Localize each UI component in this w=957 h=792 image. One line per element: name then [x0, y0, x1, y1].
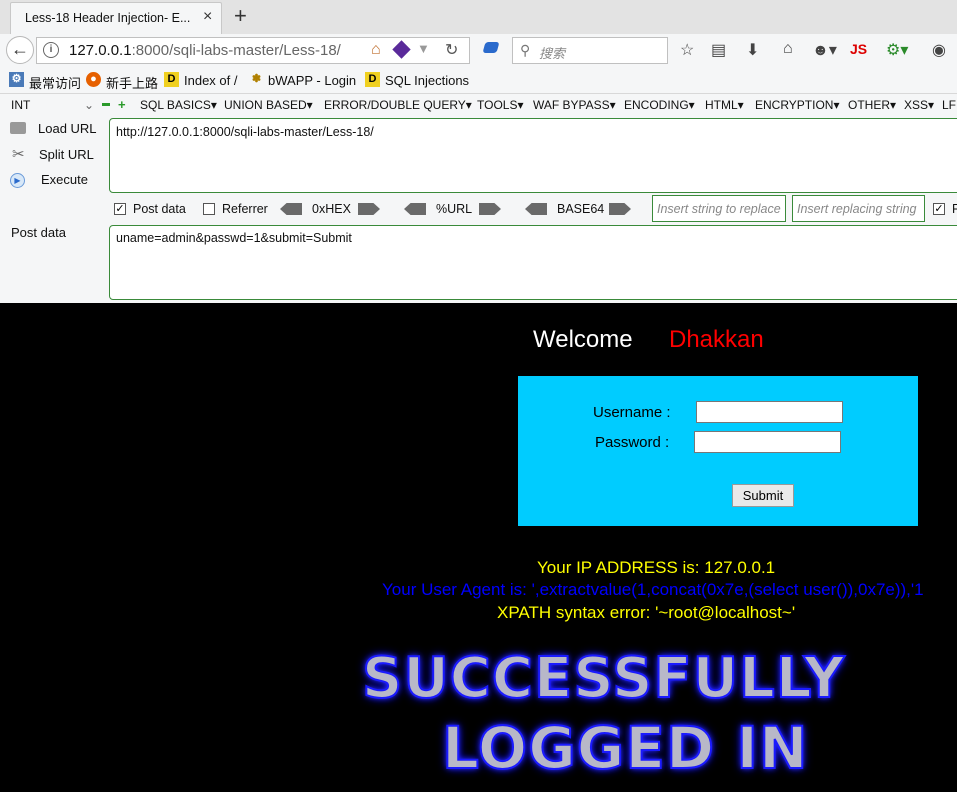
- hex-encode-arrow-icon[interactable]: [358, 203, 380, 215]
- minus-icon[interactable]: [102, 103, 110, 106]
- menu-encryption[interactable]: ENCRYPTION▾: [755, 98, 839, 112]
- menu-waf-bypass[interactable]: WAF BYPASS▾: [533, 98, 616, 112]
- info-icon[interactable]: i: [43, 42, 59, 58]
- home-page-icon[interactable]: ⌂: [371, 41, 381, 59]
- bookmark-getting-started[interactable]: 新手上路: [106, 73, 158, 92]
- url-text[interactable]: 127.0.0.1:8000/sqli-labs-master/Less-18/: [69, 42, 341, 59]
- post-data-checkbox[interactable]: ✓: [114, 203, 126, 215]
- home-icon[interactable]: ⌂: [783, 40, 793, 58]
- bookmark-index[interactable]: Index of /: [184, 73, 237, 88]
- login-form: Username : Password : Submit: [518, 376, 918, 526]
- password-field[interactable]: [694, 431, 841, 453]
- search-bar[interactable]: ⚲ 搜索: [512, 37, 668, 64]
- split-url-button[interactable]: Split URL: [39, 147, 94, 162]
- base64-encode-arrow-icon[interactable]: [609, 203, 631, 215]
- bee-icon: ✽: [251, 73, 262, 85]
- cloud-addon-icon[interactable]: [482, 42, 500, 53]
- palette-icon[interactable]: ◉: [932, 40, 946, 60]
- type-select[interactable]: INT: [11, 98, 30, 112]
- url-decode-arrow-icon[interactable]: [404, 203, 426, 215]
- hex-label: 0xHEX: [312, 202, 351, 216]
- download-icon[interactable]: ⬇: [746, 40, 759, 60]
- hackbar-panel: Load URL ✂ Split URL ▶ Execute http://12…: [0, 115, 957, 303]
- plus-icon[interactable]: +: [118, 97, 126, 112]
- menu-xss[interactable]: XSS▾: [904, 98, 934, 112]
- menu-union-based[interactable]: UNION BASED▾: [224, 98, 313, 112]
- menu-error-double-query[interactable]: ERROR/DOUBLE QUERY▾: [324, 98, 472, 112]
- avatar-menu-icon[interactable]: ☻▾: [812, 40, 837, 60]
- hex-decode-arrow-icon[interactable]: [280, 203, 302, 215]
- submit-button[interactable]: Submit: [732, 484, 794, 507]
- menu-html[interactable]: HTML▾: [705, 98, 744, 112]
- reload-icon[interactable]: ↻: [445, 40, 458, 60]
- ip-address-line: Your IP ADDRESS is: 127.0.0.1: [537, 558, 776, 577]
- execute-button[interactable]: Execute: [41, 172, 88, 187]
- d-icon: D: [164, 72, 179, 87]
- user-agent-line: Your User Agent is: ',extractvalue(1,con…: [382, 580, 924, 599]
- password-label: Password :: [595, 434, 670, 451]
- insert-string-input[interactable]: Insert string to replace: [652, 195, 786, 222]
- post-data-value: uname=admin&passwd=1&submit=Submit: [116, 231, 352, 245]
- chevron-down-icon[interactable]: ▼: [417, 41, 430, 56]
- base64-label: BASE64: [557, 202, 605, 216]
- bookmarks-bar: ⚙ 最常访问 ● 新手上路 D Index of / ✽ bWAPP - Log…: [0, 67, 957, 93]
- close-tab-icon[interactable]: ×: [203, 8, 212, 26]
- username-field[interactable]: [696, 401, 843, 423]
- base64-decode-arrow-icon[interactable]: [525, 203, 547, 215]
- bookmark-most-visited[interactable]: 最常访问: [29, 73, 81, 92]
- bookmark-sql-injections[interactable]: SQL Injections: [385, 73, 469, 88]
- execute-icon[interactable]: ▶: [10, 173, 25, 188]
- replace-all-checkbox[interactable]: ✓: [933, 203, 945, 215]
- hackbar-menu: INT ⌄ + SQL BASICS▾ UNION BASED▾ ERROR/D…: [0, 93, 957, 116]
- referrer-checkbox-label: Referrer: [222, 202, 268, 216]
- js-toggle-icon[interactable]: JS: [850, 41, 867, 57]
- load-url-icon[interactable]: [10, 122, 26, 134]
- post-data-textarea[interactable]: uname=admin&passwd=1&submit=Submit: [109, 225, 957, 300]
- username-label: Username :: [593, 404, 671, 421]
- tab-title: Less-18 Header Injection- E...: [25, 11, 191, 25]
- menu-other[interactable]: OTHER▾: [848, 98, 896, 112]
- gear-page-icon: ⚙: [9, 72, 24, 87]
- browser-tab[interactable]: Less-18 Header Injection- E... ×: [10, 2, 222, 34]
- welcome-name: Dhakkan: [669, 326, 764, 353]
- load-url-button[interactable]: Load URL: [38, 121, 97, 136]
- menu-encoding[interactable]: ENCODING▾: [624, 98, 695, 112]
- post-data-checkbox-label: Post data: [133, 202, 186, 216]
- language-addon-icon[interactable]: ⚙▾: [886, 40, 908, 60]
- url-encode-label: %URL: [436, 202, 473, 216]
- search-placeholder: 搜索: [539, 46, 566, 61]
- tab-bar: Less-18 Header Injection- E... × +: [0, 0, 957, 34]
- menu-lfi[interactable]: LFI: [942, 98, 957, 112]
- new-tab-icon[interactable]: +: [234, 3, 247, 29]
- post-data-label: Post data: [11, 225, 66, 240]
- url-textarea[interactable]: http://127.0.0.1:8000/sqli-labs-master/L…: [109, 118, 957, 193]
- scissors-icon[interactable]: ✂: [12, 145, 25, 163]
- search-icon: ⚲: [520, 42, 531, 58]
- reading-list-icon[interactable]: ▤: [711, 40, 726, 60]
- url-textarea-value: http://127.0.0.1:8000/sqli-labs-master/L…: [116, 125, 374, 139]
- chevron-down-icon[interactable]: ⌄: [84, 98, 94, 112]
- url-bar[interactable]: i 127.0.0.1:8000/sqli-labs-master/Less-1…: [36, 37, 470, 64]
- navigation-bar: ← i 127.0.0.1:8000/sqli-labs-master/Less…: [0, 34, 957, 67]
- success-banner-line2: LOGGED IN: [441, 713, 809, 783]
- insert-replacing-input[interactable]: Insert replacing string: [792, 195, 925, 222]
- success-banner-line1: SUCCESSFULLY: [361, 645, 846, 712]
- bookmark-star-icon[interactable]: ☆: [680, 40, 694, 60]
- firefox-icon: ●: [86, 72, 101, 87]
- menu-tools[interactable]: TOOLS▾: [477, 98, 523, 112]
- d-icon: D: [365, 72, 380, 87]
- menu-sql-basics[interactable]: SQL BASICS▾: [140, 98, 217, 112]
- replace-all-label: R: [952, 202, 957, 216]
- url-encode-arrow-icon[interactable]: [479, 203, 501, 215]
- xpath-error-line: XPATH syntax error: '~root@localhost~': [497, 603, 796, 622]
- bookmark-bwapp[interactable]: bWAPP - Login: [268, 73, 356, 88]
- addon-diamond-icon[interactable]: [392, 40, 411, 59]
- referrer-checkbox[interactable]: [203, 203, 215, 215]
- back-arrow-icon[interactable]: ←: [6, 36, 34, 64]
- welcome-text: Welcome: [533, 326, 633, 353]
